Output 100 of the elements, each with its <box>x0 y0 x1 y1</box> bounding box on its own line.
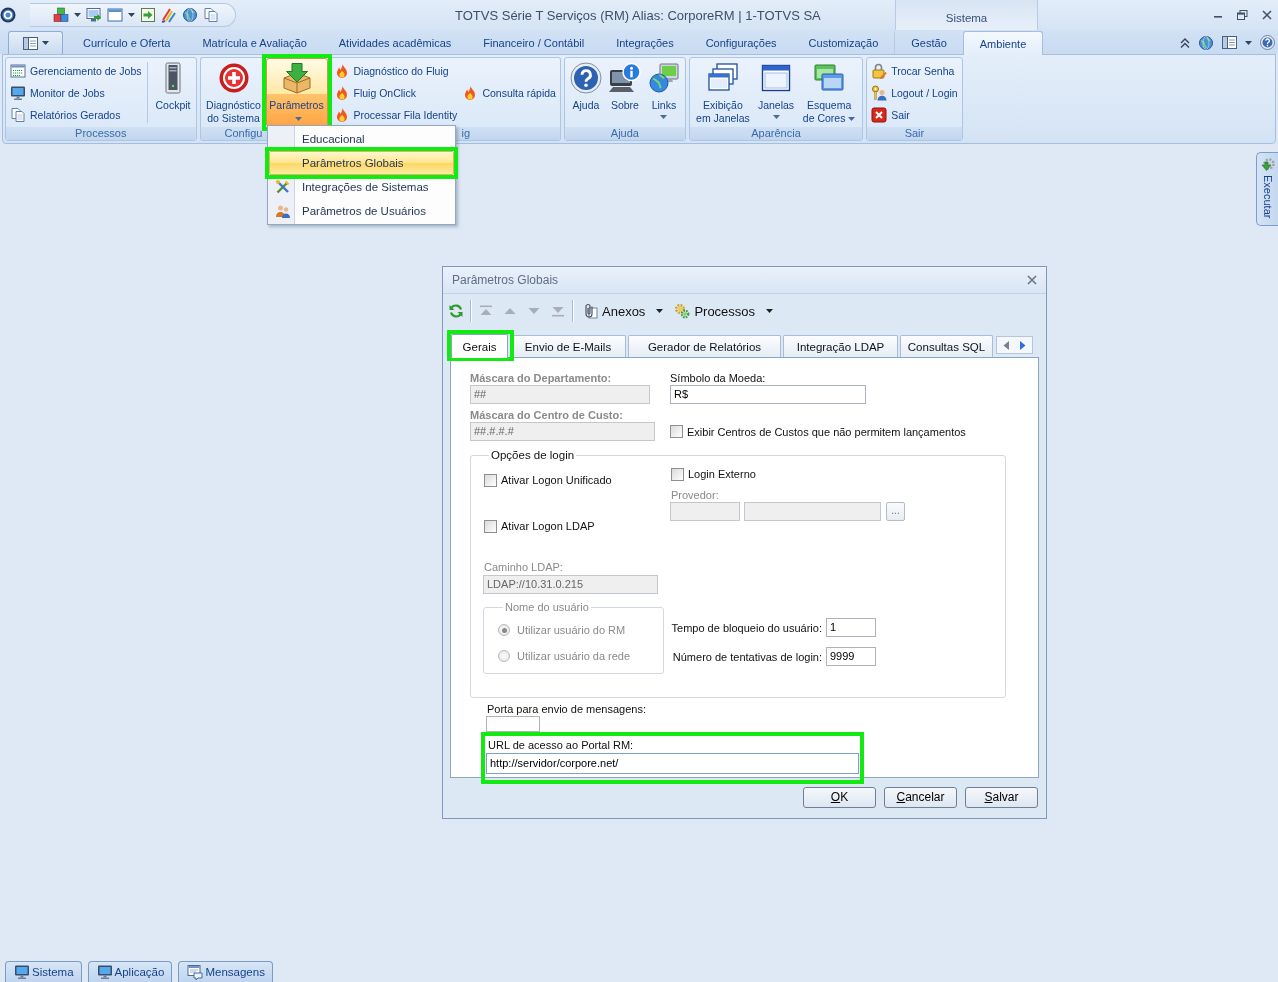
ribbon-tab[interactable]: Integrações <box>600 31 690 54</box>
window-title: TOTVS Série T Serviços (RM) Alias: CorporeRM | 1-TOTVS SA <box>454 7 822 23</box>
ribbon-button[interactable]: Exibição em Janelas <box>691 58 754 127</box>
stacked-windows-icon <box>706 62 739 94</box>
monitor-arrow-icon[interactable] <box>86 7 102 23</box>
monitor-icon <box>10 84 26 101</box>
text-field[interactable]: 1 <box>826 618 876 637</box>
ribbon-item[interactable]: Logout / Login <box>870 81 959 104</box>
ribbon-item[interactable]: Diagnóstico do Fluig <box>332 59 450 82</box>
ribbon-item[interactable]: Relatórios Gerados <box>9 103 122 126</box>
checkbox[interactable] <box>484 473 497 487</box>
checkbox[interactable] <box>670 425 683 438</box>
caret-icon[interactable] <box>128 13 135 17</box>
ribbon-item[interactable]: Trocar Senha <box>870 59 956 82</box>
globe-icon[interactable] <box>182 7 198 23</box>
text-field[interactable]: http://servidor/corpore.net/ <box>486 753 859 774</box>
ribbon-button[interactable]: Esquema de Cores <box>798 58 861 127</box>
close-icon[interactable] <box>1262 10 1272 20</box>
ribbon-item[interactable]: Gerenciamento de Jobs <box>9 59 143 82</box>
cubes-icon[interactable] <box>53 7 69 23</box>
toolbar-menu-button[interactable]: Anexos <box>582 303 664 319</box>
ribbon-tab[interactable]: Configurações <box>689 31 793 54</box>
tab[interactable]: Consultas SQL <box>900 335 993 357</box>
help-icon[interactable] <box>1260 35 1275 50</box>
caret-icon <box>41 41 49 45</box>
text-field[interactable] <box>486 716 540 732</box>
pages-icon <box>10 106 26 123</box>
window-icon <box>760 62 792 94</box>
caret-icon[interactable] <box>74 13 81 17</box>
text-field[interactable]: R$ <box>670 385 866 404</box>
checkbox[interactable] <box>671 467 684 481</box>
ribbon-tab[interactable]: Currículo e Oferta <box>67 31 187 54</box>
toolbar-menu-button[interactable]: Processos <box>674 303 774 319</box>
side-panel-tab[interactable]: Executar <box>1256 152 1278 226</box>
group-label: Ajuda <box>564 127 685 140</box>
dialog-title: Parâmetros Globais <box>452 273 559 287</box>
taskbar-tab[interactable]: Sistema <box>5 961 82 982</box>
group-label: Nome do usuário <box>504 600 590 614</box>
layout-icon[interactable] <box>1222 36 1237 49</box>
right-arrow-icon[interactable] <box>1019 339 1028 351</box>
chevrons-up-icon[interactable] <box>1180 37 1190 48</box>
dialog-button[interactable]: OK <box>803 787 876 808</box>
dialog-button[interactable]: Cancelar <box>884 787 957 808</box>
checkbox[interactable] <box>484 519 497 533</box>
plus-circle-icon <box>217 62 250 94</box>
group-label: Sair <box>867 127 962 140</box>
orb-icon[interactable] <box>0 7 16 23</box>
ribbon-button[interactable]: Sobre <box>605 58 644 127</box>
field-label: Máscara do Centro de Custo: <box>470 408 623 422</box>
paperclip-icon <box>582 303 598 319</box>
tab[interactable]: Integração LDAP <box>783 335 898 357</box>
text-field[interactable]: 9999 <box>826 647 876 666</box>
caret-icon[interactable] <box>1245 40 1252 45</box>
refresh-icon[interactable] <box>448 303 464 319</box>
menu-item[interactable]: Parâmetros de Usuários <box>269 199 454 223</box>
field-label: Símbolo da Moeda: <box>670 371 766 385</box>
taskbar-tab[interactable]: Mensagens <box>178 961 273 982</box>
text-field[interactable] <box>744 502 881 521</box>
arrow-box-icon[interactable] <box>140 7 156 23</box>
tab[interactable]: Gerais <box>451 334 508 358</box>
menu-item[interactable]: Parâmetros Globais <box>269 151 454 175</box>
app-menu-button[interactable] <box>8 31 63 54</box>
pages-icon[interactable] <box>203 7 219 23</box>
ribbon-button[interactable]: Ajuda <box>566 58 605 127</box>
ribbon-item[interactable]: Fluig OnClick <box>332 81 417 104</box>
field-label: Caminho LDAP: <box>484 560 563 574</box>
ribbon-button[interactable]: Links <box>644 58 683 127</box>
caret-icon <box>766 309 774 313</box>
dialog-button[interactable]: Salvar <box>965 787 1038 808</box>
checkbox-label: Exibir Centros de Custos que não permitem lançamentos <box>687 425 966 438</box>
restore-icon[interactable] <box>1237 10 1248 20</box>
ribbon-item[interactable]: Processar Fila Identity <box>332 103 459 126</box>
globe-monitor-icon <box>647 62 680 94</box>
pencils-icon[interactable] <box>161 7 177 23</box>
left-arrow-icon[interactable] <box>1001 339 1010 351</box>
ribbon-tab[interactable]: Atividades acadêmicas <box>322 31 468 54</box>
ribbon-button[interactable]: Cockpit <box>152 58 194 127</box>
ribbon-button[interactable]: Parâmetros <box>265 58 328 127</box>
window-icon[interactable] <box>107 7 123 23</box>
help-icon <box>569 62 602 94</box>
text-field[interactable] <box>670 502 740 521</box>
tab[interactable]: Gerador de Relatórios <box>628 335 781 357</box>
field-label: Provedor: <box>671 488 719 502</box>
ribbon-tab[interactable]: Financeiro / Contábil <box>467 31 601 54</box>
ribbon-tab[interactable]: Customização <box>792 31 895 54</box>
ribbon-item[interactable]: Sair <box>870 103 911 126</box>
close-icon[interactable] <box>1027 275 1037 285</box>
ribbon-item[interactable]: Consulta rápida <box>461 81 557 104</box>
checkbox-label: Ativar Logon Unificado <box>501 474 612 486</box>
ribbon-item[interactable]: Monitor de Jobs <box>9 81 106 104</box>
globe-icon[interactable] <box>1198 34 1214 51</box>
gear-arrow-icon <box>1260 158 1275 173</box>
menu-item[interactable]: Integrações de Sistemas <box>269 175 454 199</box>
group-label: Processos <box>6 127 196 140</box>
ribbon-tab[interactable]: Matrícula e Avaliação <box>186 31 323 54</box>
ribbon-tab[interactable]: Ambiente <box>962 31 1044 55</box>
context-tab-header: Sistema <box>895 0 1038 30</box>
taskbar-tab[interactable]: Aplicação <box>87 961 173 982</box>
ribbon-button[interactable]: Janelas <box>754 58 798 127</box>
ribbon-button[interactable]: Diagnóstico do Sistema <box>202 58 265 127</box>
